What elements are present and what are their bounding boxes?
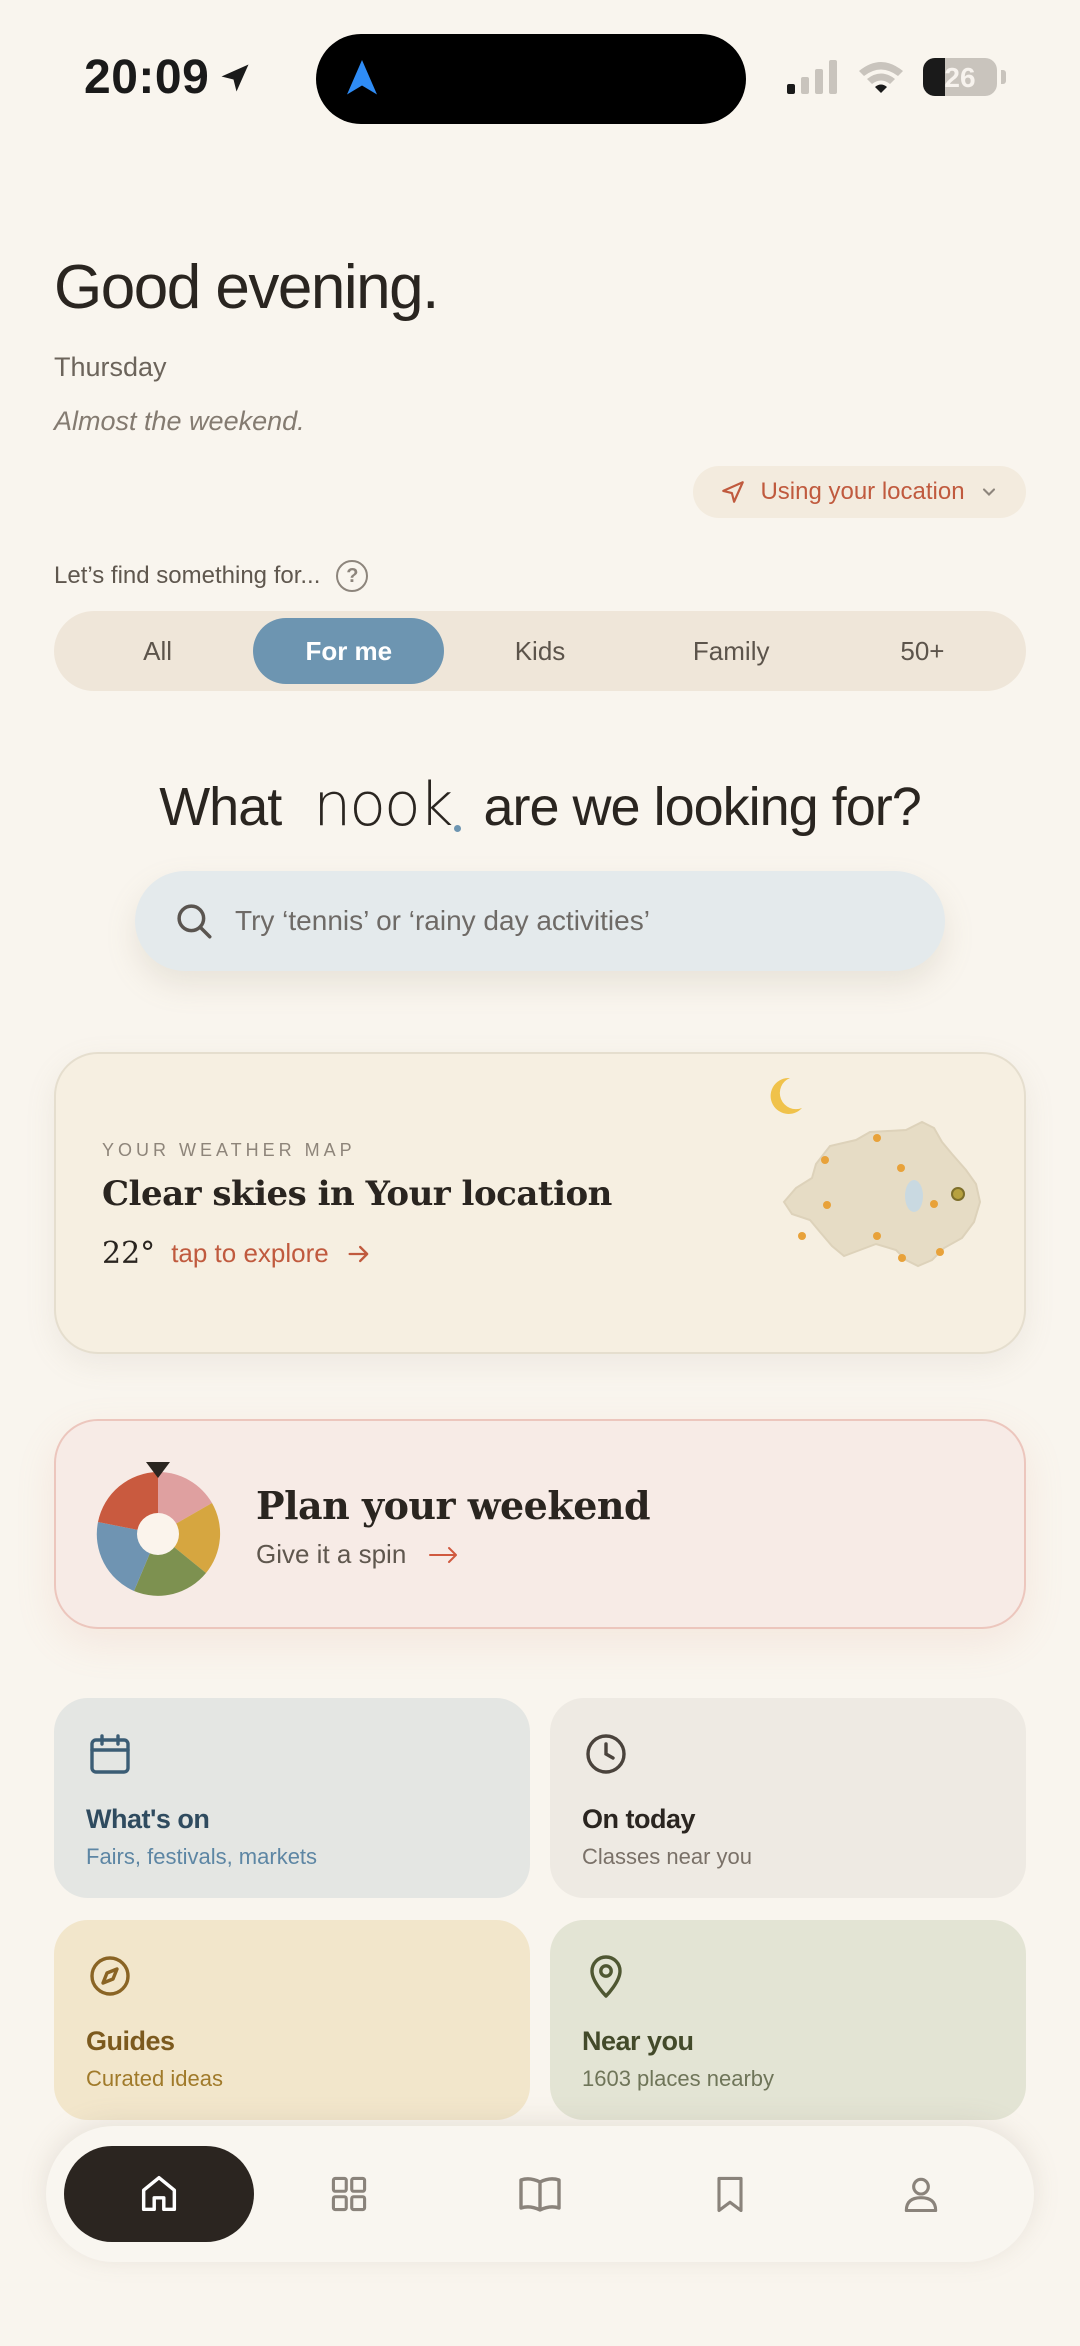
signal-icon (787, 60, 837, 94)
help-icon[interactable]: ? (336, 560, 369, 592)
weather-row: 22° tap to explore (102, 1236, 373, 1271)
brand-logo: nook (313, 770, 462, 840)
status-bar: 20:09 26 (0, 0, 1080, 160)
profile-icon (904, 2177, 937, 2213)
tile-near-you[interactable]: Near you 1603 places nearby (550, 1920, 1026, 2120)
tile-title: What's on (86, 1804, 210, 1834)
weather-eyebrow: YOUR WEATHER MAP (102, 1140, 356, 1160)
plan-subtitle: Give it a spin (256, 1539, 407, 1569)
plan-title: Plan your weekend (256, 1483, 651, 1528)
wifi-icon (859, 62, 903, 93)
audience-segmented-control: All For me Kids Family 50+ (54, 611, 1026, 691)
audience-option-for-me[interactable]: For me (253, 618, 445, 684)
spin-wheel-icon (96, 1462, 221, 1596)
location-label: Using your location (760, 478, 965, 505)
audience-option-kids[interactable]: Kids (444, 618, 635, 684)
dynamic-island (316, 34, 746, 124)
tile-subtitle: Curated ideas (86, 2066, 223, 2091)
grid-icon (332, 2176, 367, 2212)
compass-icon (90, 1956, 130, 1996)
greeting-tagline: Almost the weekend. (54, 406, 305, 436)
battery-indicator: 26 (923, 58, 997, 96)
weather-title: Clear skies in Your location (102, 1174, 612, 1214)
book-icon (519, 2177, 561, 2212)
plan-subtitle-row: Give it a spin (256, 1539, 460, 1570)
nav-guides[interactable] (445, 2146, 636, 2242)
status-time: 20:09 (84, 50, 253, 105)
nav-profile[interactable] (826, 2146, 1017, 2242)
search-headline: What nook are we looking for? (159, 770, 922, 840)
greeting-day: Thursday (54, 352, 167, 382)
weather-map-card[interactable]: YOUR WEATHER MAP Clear skies in Your loc… (54, 1052, 1026, 1354)
search-placeholder: Try ‘tennis’ or ‘rainy day activities’ (235, 905, 650, 936)
map-pin-icon (590, 1955, 622, 1998)
nav-saved[interactable] (635, 2146, 826, 2242)
calendar-icon (90, 1734, 130, 1774)
clock-icon (586, 1734, 626, 1774)
audience-option-family[interactable]: Family (636, 618, 827, 684)
tile-title: Guides (86, 2026, 175, 2056)
tile-whats-on[interactable]: What's on Fairs, festivals, markets (54, 1698, 530, 1898)
tile-guides[interactable]: Guides Curated ideas (54, 1920, 530, 2120)
search-icon (177, 904, 212, 939)
weather-explore-link[interactable]: tap to explore (171, 1238, 329, 1269)
navigation-arrow-icon (347, 60, 377, 95)
tile-subtitle: Classes near you (582, 1844, 752, 1869)
location-selector[interactable]: Using your location (693, 466, 1026, 518)
nav-browse[interactable] (254, 2146, 445, 2242)
arrow-right-icon (429, 1546, 458, 1563)
nav-home[interactable] (64, 2146, 254, 2242)
region-map-illustration (770, 1077, 982, 1268)
bookmark-icon (717, 2176, 743, 2213)
status-indicators: 26 (787, 58, 1006, 96)
location-arrow-icon (722, 481, 745, 503)
tile-subtitle: 1603 places nearby (582, 2066, 775, 2091)
weather-temperature: 22° (102, 1236, 156, 1271)
plan-weekend-card[interactable]: Plan your weekend Give it a spin (54, 1419, 1026, 1629)
arrow-right-icon (348, 1245, 369, 1262)
tile-subtitle: Fairs, festivals, markets (86, 1844, 318, 1869)
audience-prompt: Let’s find something for... (54, 562, 321, 589)
bottom-navigation (46, 2126, 1034, 2262)
battery-tip (1001, 70, 1006, 84)
audience-option-all[interactable]: All (62, 618, 253, 684)
audience-option-50-plus[interactable]: 50+ (827, 618, 1018, 684)
greeting-title: Good evening. (54, 253, 439, 322)
home-icon (141, 2175, 177, 2212)
moon-icon (770, 1077, 802, 1114)
tile-title: Near you (582, 2026, 694, 2056)
audience-prompt-row: Let’s find something for... ? (54, 560, 369, 592)
location-arrow-icon (221, 64, 249, 91)
tile-title: On today (582, 1804, 696, 1834)
search-input[interactable]: Try ‘tennis’ or ‘rainy day activities’ (135, 871, 945, 971)
tile-on-today[interactable]: On today Classes near you (550, 1698, 1026, 1898)
chevron-down-icon (982, 488, 995, 496)
